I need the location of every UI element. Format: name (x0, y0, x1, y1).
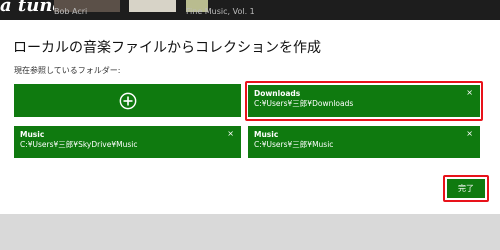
plus-circle-icon (119, 92, 136, 109)
done-button[interactable]: 完了 (447, 179, 485, 198)
current-folders-label: 現在参照しているフォルダー: (14, 66, 121, 75)
folder-path: C:¥Users¥三郎¥SkyDrive¥Music (20, 140, 138, 149)
folder-path: C:¥Users¥三郎¥Downloads (254, 99, 354, 108)
album-art-thumbnail[interactable] (129, 0, 176, 12)
album-label: Fine Music, Vol. 1 (186, 7, 255, 16)
dialog-title: ローカルの音楽ファイルからコレクションを作成 (13, 40, 321, 56)
folder-path: C:¥Users¥三郎¥Music (254, 140, 334, 149)
add-folder-button[interactable] (14, 84, 241, 117)
folder-name: Downloads (254, 89, 301, 98)
folder-tile-music[interactable]: Music C:¥Users¥三郎¥Music × (248, 126, 480, 158)
album-label: Bob Acri (54, 7, 88, 16)
background-app-strip: a tuna Bob Acri Fine Music, Vol. 1 (0, 0, 500, 20)
create-collection-dialog: ローカルの音楽ファイルからコレクションを作成 現在参照しているフォルダー: Do… (0, 20, 500, 214)
remove-folder-close-icon[interactable]: × (227, 129, 234, 139)
folder-name: Music (20, 130, 45, 139)
folder-tile-skydrive-music[interactable]: Music C:¥Users¥三郎¥SkyDrive¥Music × (14, 126, 241, 158)
remove-folder-close-icon[interactable]: × (466, 129, 473, 139)
remove-folder-close-icon[interactable]: × (466, 88, 473, 98)
folder-name: Music (254, 130, 279, 139)
folder-tile-downloads[interactable]: Downloads C:¥Users¥三郎¥Downloads × (248, 85, 480, 117)
